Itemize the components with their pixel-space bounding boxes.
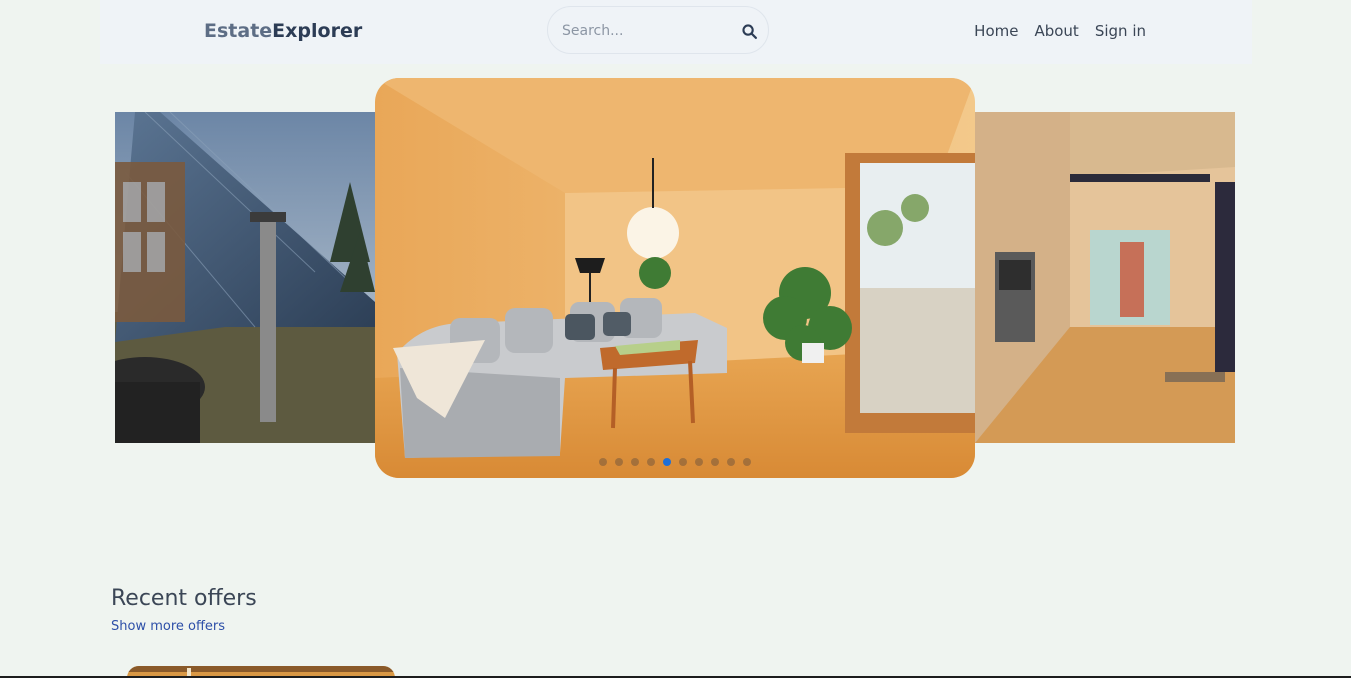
carousel-dot[interactable] — [679, 458, 687, 466]
site-logo[interactable]: EstateExplorer — [204, 20, 362, 42]
recent-offers-heading: Recent offers — [111, 586, 257, 611]
search-box — [547, 6, 769, 54]
nav-links: Home About Sign in — [974, 22, 1146, 40]
carousel-dot-active[interactable] — [663, 458, 671, 466]
carousel-dot[interactable] — [711, 458, 719, 466]
show-more-offers-link[interactable]: Show more offers — [111, 619, 225, 634]
nav-about-link[interactable]: About — [1034, 22, 1078, 40]
page: EstateExplorer Home About Sign in — [0, 0, 1351, 678]
carousel-dot[interactable] — [743, 458, 751, 466]
carousel-slide-previous[interactable] — [115, 112, 375, 443]
carousel-dot[interactable] — [695, 458, 703, 466]
logo-part-estate: Estate — [204, 20, 273, 42]
carousel-slide-next[interactable] — [975, 112, 1235, 443]
carousel-dot[interactable] — [647, 458, 655, 466]
navbar: EstateExplorer Home About Sign in — [100, 0, 1252, 64]
nav-home-link[interactable]: Home — [974, 22, 1018, 40]
carousel-indicators — [375, 458, 975, 466]
logo-part-explorer: Explorer — [272, 20, 363, 42]
living-room-image — [375, 78, 975, 478]
carousel-dot[interactable] — [599, 458, 607, 466]
search-input[interactable] — [560, 19, 724, 43]
search-icon[interactable] — [741, 23, 758, 40]
carousel-dot[interactable] — [727, 458, 735, 466]
nav-sign-in-link[interactable]: Sign in — [1095, 22, 1146, 40]
carousel-dot[interactable] — [615, 458, 623, 466]
carousel-slide-active[interactable] — [375, 78, 975, 478]
wooden-kitchen-hallway-image — [975, 112, 1235, 443]
a-frame-house-image — [115, 112, 375, 443]
carousel-dot[interactable] — [631, 458, 639, 466]
